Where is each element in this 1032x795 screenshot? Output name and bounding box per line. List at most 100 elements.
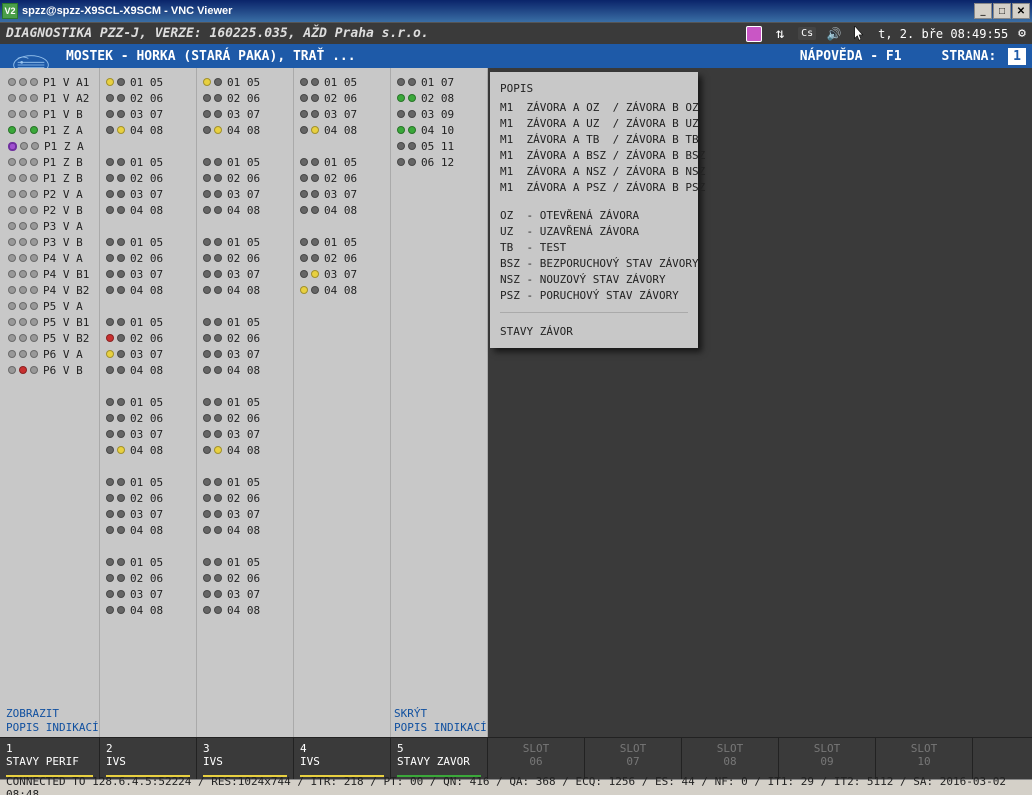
indicator-row: 04 08: [203, 202, 289, 218]
slot-1[interactable]: 1STAVY PERIF: [0, 738, 100, 779]
monitor-icon[interactable]: [746, 26, 762, 42]
legend-line: M1 ZÁVORA A OZ / ZÁVORA B OZ: [500, 101, 688, 114]
indicator-label: 01 05: [227, 556, 260, 569]
slot-8: SLOT08: [682, 738, 779, 779]
status-dot: [300, 270, 308, 278]
legend-desc-line: BSZ - BEZPORUCHOVÝ STAV ZÁVORY: [500, 257, 688, 270]
slot-2[interactable]: 2IVS: [100, 738, 197, 779]
slot-4[interactable]: 4IVS: [294, 738, 391, 779]
status-dot: [19, 158, 27, 166]
status-dot: [214, 110, 222, 118]
status-dot: [203, 478, 211, 486]
legend-desc-line: NSZ - NOUZOVÝ STAV ZÁVORY: [500, 273, 688, 286]
indicator-row: 04 08: [203, 602, 289, 618]
status-dot: [214, 430, 222, 438]
minimize-button[interactable]: _: [974, 3, 992, 19]
status-dot: [300, 158, 308, 166]
indicator-row: 03 07: [106, 106, 192, 122]
status-dot: [106, 494, 114, 502]
indicator-row: 01 05: [106, 554, 192, 570]
indicator-label: 02 06: [324, 252, 357, 265]
status-dot: [30, 174, 38, 182]
sound-icon[interactable]: [826, 26, 842, 42]
link-popis-right[interactable]: POPIS INDIKACÍ: [394, 721, 487, 735]
slot-7: SLOT07: [585, 738, 682, 779]
link-popis-left[interactable]: POPIS INDIKACÍ: [6, 721, 99, 735]
indicator-row: P5 V B2: [8, 330, 95, 346]
status-dot: [203, 446, 211, 454]
indicator-label: 02 06: [227, 92, 260, 105]
status-dot: [117, 206, 125, 214]
bottom-links-right[interactable]: SKRÝT POPIS INDIKACÍ: [394, 707, 487, 735]
status-dot: [117, 574, 125, 582]
slot-3[interactable]: 3IVS: [197, 738, 294, 779]
status-dot: [300, 174, 308, 182]
indicator-row: 04 08: [106, 122, 192, 138]
link-zobrazit[interactable]: ZOBRAZIT: [6, 707, 99, 721]
indicator-label: 03 07: [130, 428, 163, 441]
status-dot: [106, 398, 114, 406]
header-bar: MOSTEK - HORKA (STARÁ PAKA), TRAŤ ... NÁ…: [0, 44, 1032, 68]
indicator-row: P2 V B: [8, 202, 95, 218]
indicator-row: 01 05: [300, 234, 386, 250]
indicator-row: 03 07: [106, 346, 192, 362]
status-dot: [8, 254, 16, 262]
indicator-label: 01 05: [130, 76, 163, 89]
indicator-label: P1 Z A: [44, 140, 84, 153]
indicator-label: 01 05: [324, 76, 357, 89]
bottom-links-left[interactable]: ZOBRAZIT POPIS INDIKACÍ: [6, 707, 99, 735]
indicator-row: P1 Z B: [8, 170, 95, 186]
status-dot: [106, 126, 114, 134]
vnc-title: spzz@spzz-X9SCL-X9SCM - VNC Viewer: [22, 5, 974, 17]
indicator-row: 06 12: [397, 154, 483, 170]
link-skryt[interactable]: SKRÝT: [394, 707, 487, 721]
indicator-row: 04 08: [203, 282, 289, 298]
indicator-label: P4 V B2: [43, 284, 89, 297]
status-dot: [214, 398, 222, 406]
status-dot: [300, 94, 308, 102]
status-dot: [117, 270, 125, 278]
status-dot: [106, 158, 114, 166]
slot-5[interactable]: 5STAVY ZAVOR: [391, 738, 488, 779]
close-button[interactable]: ✕: [1012, 3, 1030, 19]
status-dot: [300, 254, 308, 262]
indicator-row: 03 07: [300, 266, 386, 282]
indicator-row: 03 07: [203, 586, 289, 602]
language-indicator[interactable]: Cs: [798, 27, 816, 40]
indicator-label: 06 12: [421, 156, 454, 169]
status-dot: [203, 574, 211, 582]
status-dot: [8, 366, 16, 374]
indicator-row: 01 07: [397, 74, 483, 90]
maximize-button[interactable]: □: [993, 3, 1011, 19]
indicator-label: 03 07: [227, 508, 260, 521]
indicator-label: 04 08: [130, 284, 163, 297]
indicator-label: 04 08: [130, 444, 163, 457]
status-dot: [311, 254, 319, 262]
network-transfer-icon[interactable]: [772, 26, 788, 42]
status-dot: [311, 78, 319, 86]
indicator-row: 04 08: [106, 282, 192, 298]
indicator-label: 01 05: [227, 396, 260, 409]
indicator-label: 03 07: [130, 268, 163, 281]
status-dot: [106, 94, 114, 102]
indicator-row: 04 08: [106, 362, 192, 378]
indicator-row: 04 08: [300, 122, 386, 138]
status-dot: [214, 350, 222, 358]
indicator-row: 02 06: [300, 170, 386, 186]
status-dot: [8, 94, 16, 102]
status-dot: [30, 78, 38, 86]
indicator-label: 02 06: [130, 172, 163, 185]
status-dot: [19, 334, 27, 342]
indicator-label: 04 08: [324, 124, 357, 137]
status-dot: [19, 254, 27, 262]
indicator-label: 04 08: [130, 204, 163, 217]
indicator-row: 02 06: [300, 90, 386, 106]
indicator-row: 03 07: [203, 506, 289, 522]
settings-icon[interactable]: ⚙: [1018, 26, 1026, 41]
status-dot: [203, 94, 211, 102]
status-dot: [203, 270, 211, 278]
page-number[interactable]: 1: [1008, 48, 1026, 65]
indicator-label: 03 07: [130, 348, 163, 361]
indicator-row: 03 07: [203, 186, 289, 202]
indicator-label: 01 05: [130, 476, 163, 489]
